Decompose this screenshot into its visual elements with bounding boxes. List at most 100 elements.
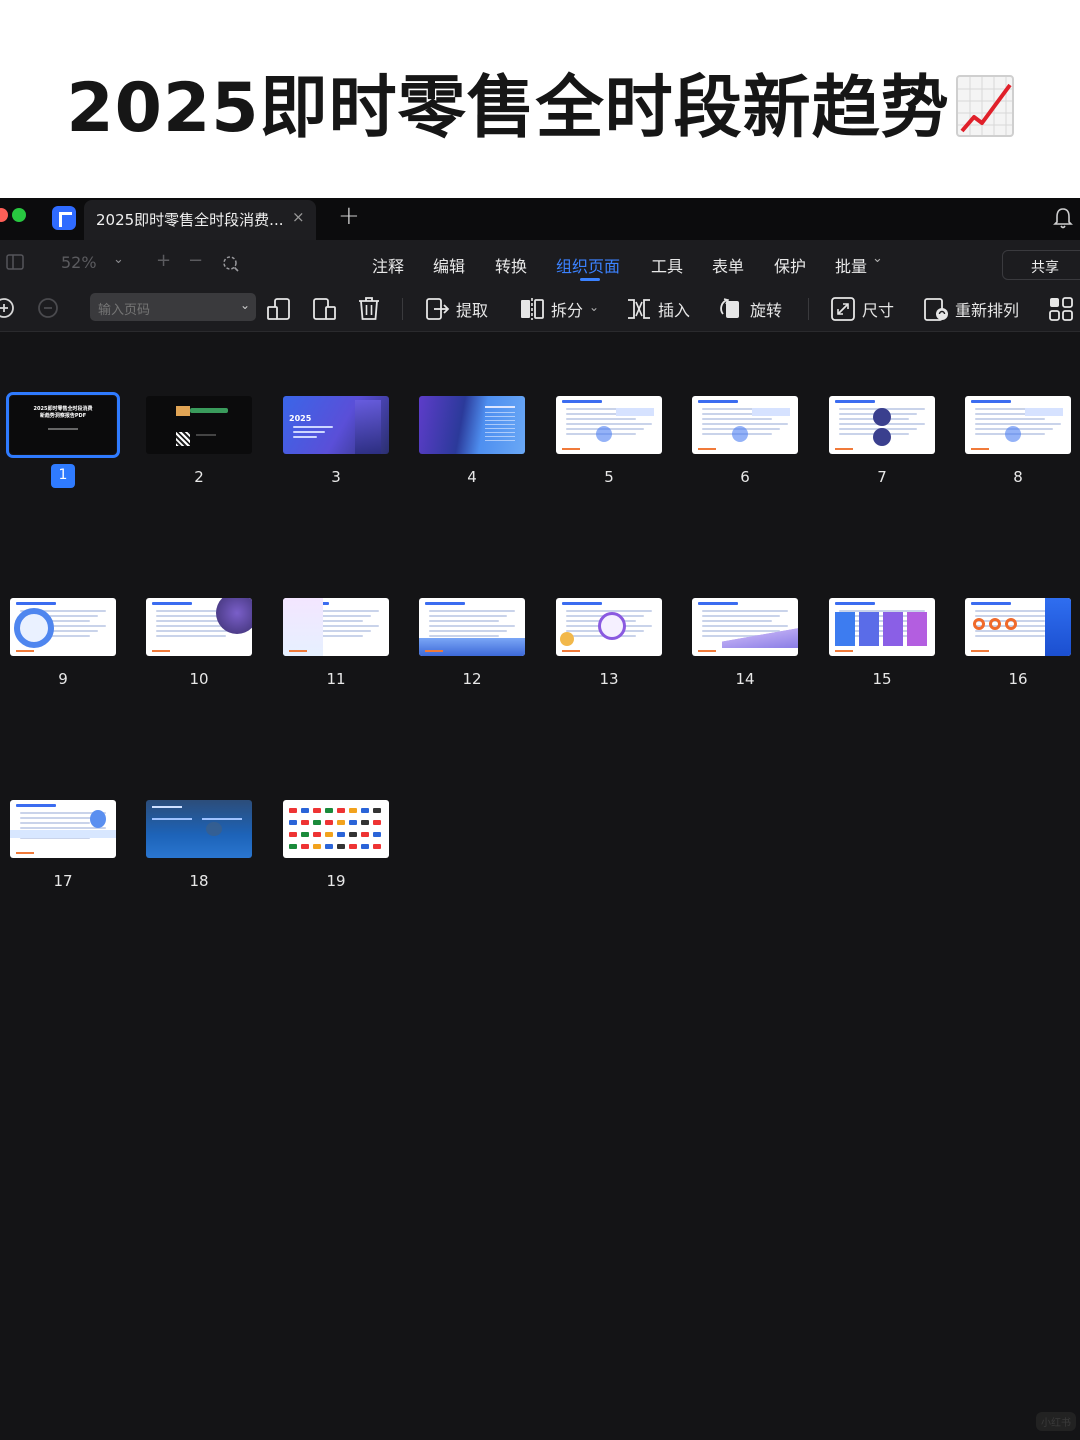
menu-protect[interactable]: 保护 [774,253,806,277]
page-number-label: 14 [735,670,755,688]
page-thumbnail[interactable] [965,396,1071,454]
menu-edit[interactable]: 编辑 [433,253,465,277]
watermark-logo: 小红书 [1036,1412,1076,1431]
page-thumbnail[interactable] [692,396,798,454]
page-thumbnail[interactable] [829,598,935,656]
zoom-out-icon[interactable]: − [188,250,203,271]
reorder-icon [924,298,948,321]
insert-icon [628,299,650,319]
zoom-in-circle-icon[interactable] [0,296,18,322]
active-menu-indicator [580,278,600,281]
insert-button[interactable]: 插入 [626,294,690,324]
size-button[interactable]: 尺寸 [830,294,894,324]
page-number-label: 11 [326,670,346,688]
page-thumbnail[interactable] [692,598,798,656]
split-icon [521,298,544,320]
window-zoom-dot[interactable] [12,208,26,222]
window-tab-bar: 2025即时零售全时段消费... × + [0,198,1080,240]
rotate-button[interactable]: 旋转 [718,294,782,324]
page-number-label: 8 [1013,468,1023,486]
chart-increasing-emoji-icon [955,75,1014,137]
page-thumbnail[interactable] [965,598,1071,656]
page-number-label: 3 [331,468,341,486]
page-number-label: 7 [877,468,887,486]
size-label: 尺寸 [862,301,895,320]
reorder-label: 重新排列 [955,301,1020,320]
document-tab[interactable]: 2025即时零售全时段消费... × [84,200,316,240]
zoom-level[interactable]: 52% [61,253,97,272]
window-close-dot[interactable] [0,208,8,222]
fit-page-icon[interactable] [220,253,240,273]
insert-after-icon[interactable] [311,295,337,323]
share-button[interactable]: 共享 [1002,250,1080,280]
page-number-label: 16 [1008,670,1028,688]
page-thumbnail[interactable] [556,396,662,454]
menu-organize-pages[interactable]: 组织页面 [556,253,620,277]
toolbar-divider [808,298,809,320]
split-label: 拆分 [551,301,584,320]
extract-button[interactable]: 提取 [424,294,488,324]
trash-icon[interactable] [356,295,382,323]
zoom-out-circle-icon[interactable] [35,296,61,322]
page-thumbnail[interactable] [10,598,116,656]
bell-icon[interactable] [1052,206,1074,230]
banner-title: 2025即时零售全时段新趋势 [0,52,1080,151]
menu-annotate[interactable]: 注释 [372,253,404,277]
split-button[interactable]: 拆分 ⌄ [519,294,599,324]
resize-icon [831,297,855,321]
page3-year: 2025 [289,414,312,423]
page-number-label: 17 [53,872,73,890]
insert-before-icon[interactable] [266,295,292,323]
page-thumbnail[interactable] [419,396,525,454]
menu-convert[interactable]: 转换 [495,253,527,277]
page-number-label: 12 [462,670,482,688]
tab-close-icon[interactable]: × [292,208,305,226]
page-thumbnail[interactable] [419,598,525,656]
page-thumbnail[interactable]: 2025 [283,396,389,454]
page-thumbnail[interactable]: 2025即时零售全时段消费 新趋势洞察报告PDF [6,392,120,458]
page-thumbnail[interactable] [146,800,252,858]
page-number-label: 4 [467,468,477,486]
page-thumbnail[interactable] [283,800,389,858]
page-number-label: 9 [58,670,68,688]
split-chevron-icon: ⌄ [589,300,600,314]
page-number-label: 19 [326,872,346,890]
sidebar-toggle-icon[interactable] [6,254,24,270]
page-thumbnail[interactable] [829,396,935,454]
page-number-label: 18 [189,872,209,890]
toolbar-divider [402,298,403,320]
page-number-label: 1 [51,464,75,488]
extract-icon [426,298,450,320]
page-select-chevron-icon[interactable]: ⌄ [240,298,250,312]
page-thumbnail[interactable] [146,396,252,454]
page-number-label: 2 [194,468,204,486]
menu-bar: 52% ⌄ + − 注释 编辑 转换 组织页面 工具 表单 保护 批量 ⌄ 共享 [0,240,1080,286]
page-number-label: 6 [740,468,750,486]
page-number-input[interactable] [90,293,256,321]
page-number-label: 13 [599,670,619,688]
zoom-in-icon[interactable]: + [156,250,171,271]
menu-batch[interactable]: 批量 [835,253,867,277]
rotate-label: 旋转 [750,301,783,320]
page-number-label: 15 [872,670,892,688]
document-tab-title: 2025即时零售全时段消费... [96,211,284,229]
page-number-label: 5 [604,468,614,486]
menu-forms[interactable]: 表单 [712,253,744,277]
batch-dropdown-icon[interactable]: ⌄ [872,251,883,266]
page-thumbnail[interactable] [556,598,662,656]
page-toolbar: ⌄ 提取 拆分 ⌄ [0,286,1080,332]
page-thumbnail[interactable] [10,800,116,858]
reorder-button[interactable]: 重新排列 [923,294,1019,324]
app-logo-icon [52,206,76,230]
page-thumbnail[interactable] [283,598,389,656]
page1-text: 2025即时零售全时段消费 新趋势洞察报告PDF [33,406,93,419]
more-layout-icon[interactable] [1048,295,1074,323]
banner-title-text: 2025即时零售全时段新趋势 [66,69,950,148]
rotate-icon [720,298,739,318]
menu-tools[interactable]: 工具 [651,253,683,277]
new-tab-button[interactable]: + [338,201,360,231]
page-number-label: 10 [189,670,209,688]
extract-label: 提取 [456,301,489,320]
page-thumbnail[interactable] [146,598,252,656]
zoom-dropdown-icon[interactable]: ⌄ [113,252,124,267]
